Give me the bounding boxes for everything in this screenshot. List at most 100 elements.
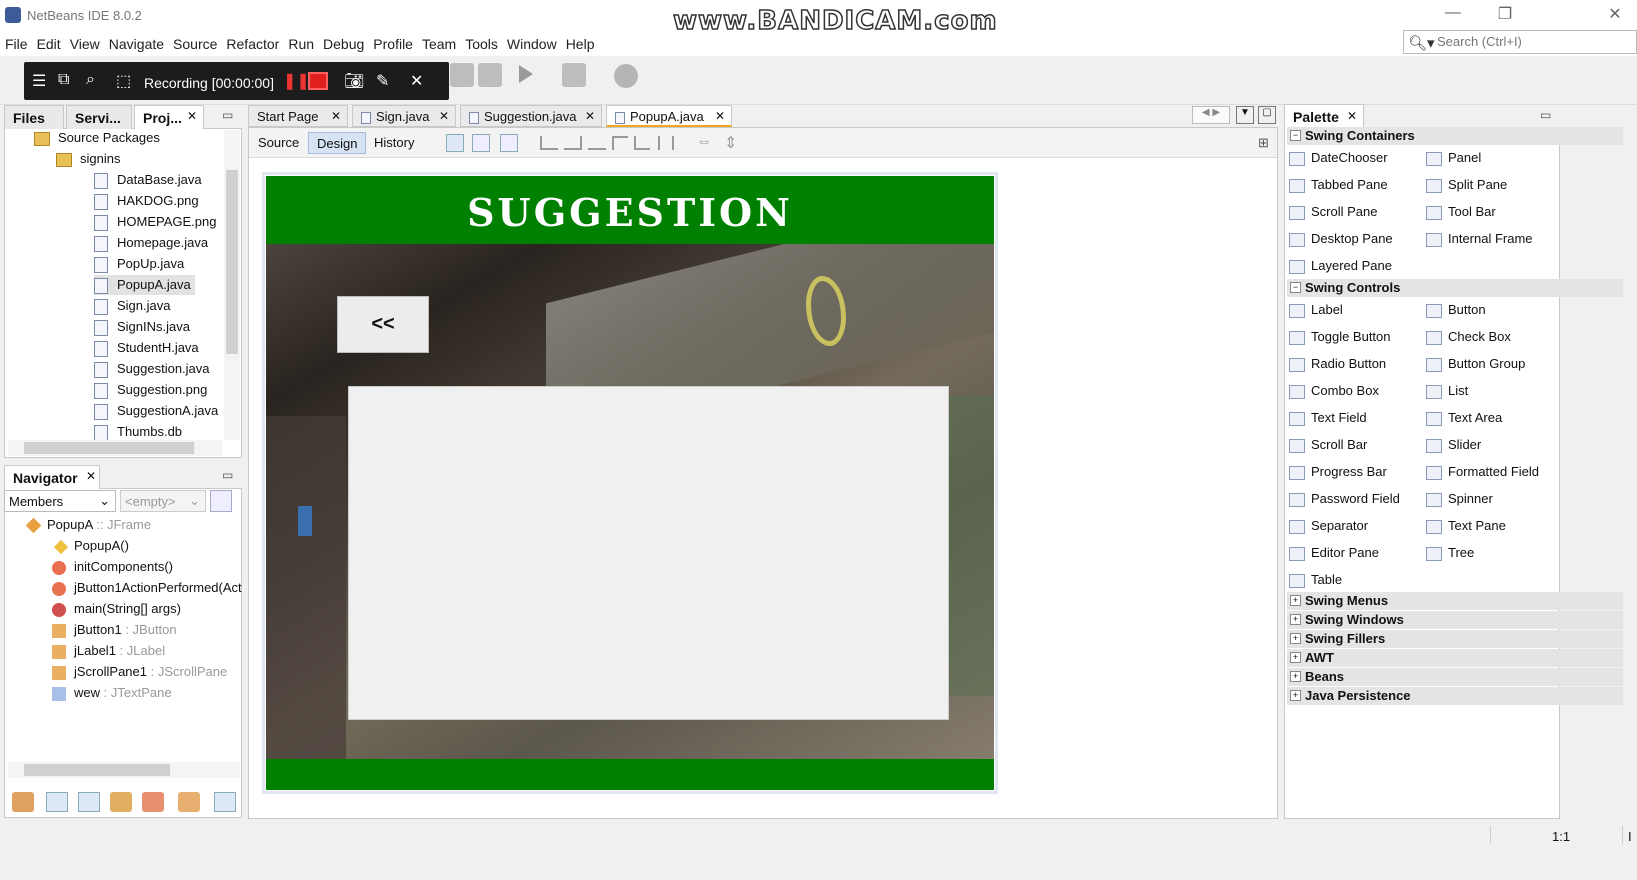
filters-icon[interactable] <box>210 490 232 512</box>
menu-refactor[interactable]: Refactor <box>221 32 283 52</box>
center-vertical-icon[interactable] <box>658 136 674 150</box>
inherited-icon[interactable] <box>12 792 34 812</box>
preview-design-icon[interactable] <box>500 134 518 152</box>
nav-member[interactable]: wew : JTextPane <box>52 683 172 703</box>
tree-package[interactable]: signins <box>56 149 120 169</box>
run-icon[interactable] <box>519 65 533 83</box>
minimize-panel-icon[interactable]: ▭ <box>222 108 233 122</box>
resize-vertical-icon[interactable]: ⇕ <box>724 133 737 153</box>
zoom-icon[interactable]: ⌕ <box>86 71 95 89</box>
palette-item[interactable]: Table <box>1289 572 1342 588</box>
tab-files[interactable]: Files <box>4 105 64 129</box>
tree-file[interactable]: HAKDOG.png <box>94 191 199 211</box>
palette-category-swing-windows[interactable]: + Swing Windows <box>1287 611 1623 629</box>
palette-item[interactable]: Tree <box>1426 545 1474 561</box>
palette-item[interactable]: Password Field <box>1289 491 1400 507</box>
palette-item[interactable]: List <box>1426 383 1468 399</box>
tree-file[interactable]: SignINs.java <box>94 317 190 337</box>
nav-member[interactable]: jLabel1 : JLabel <box>52 641 165 661</box>
menu-file[interactable]: File <box>0 32 32 52</box>
palette-item[interactable]: Slider <box>1426 437 1481 453</box>
palette-item[interactable]: Scroll Bar <box>1289 437 1367 453</box>
palette-item[interactable]: Text Area <box>1426 410 1502 426</box>
tree-source-packages[interactable]: Source Packages <box>34 128 160 148</box>
tree-hscroll-thumb[interactable] <box>24 442 194 454</box>
palette-item[interactable]: Internal Frame <box>1426 231 1533 247</box>
tree-file[interactable]: SuggestionA.java <box>94 401 218 421</box>
tab-scroll-arrows-icon[interactable]: ◀ ▶ <box>1192 106 1230 124</box>
palette-toggle-icon[interactable]: ⊞ <box>1258 135 1269 151</box>
menu-team[interactable]: Team <box>417 32 460 52</box>
palette-item[interactable]: Radio Button <box>1289 356 1386 372</box>
pencil-icon[interactable]: ✎ <box>376 71 389 91</box>
align-left-icon[interactable] <box>540 136 558 150</box>
view-source[interactable]: Source <box>250 132 307 154</box>
scope-dropdown[interactable]: <empty> ⌄ <box>120 490 206 512</box>
minimize-navigator-icon[interactable]: ▭ <box>222 468 233 482</box>
palette-item[interactable]: Separator <box>1289 518 1368 534</box>
palette-item[interactable]: Check Box <box>1426 329 1511 345</box>
palette-item[interactable]: Layered Pane <box>1289 258 1392 274</box>
menu-profile[interactable]: Profile <box>368 32 417 52</box>
view-design[interactable]: Design <box>308 132 367 154</box>
tree-file[interactable]: HOMEPAGE.png <box>94 212 216 232</box>
palette-item[interactable]: DateChooser <box>1289 150 1388 166</box>
minimize-palette-icon[interactable]: ▭ <box>1540 108 1551 122</box>
fields-filter-icon[interactable] <box>46 792 68 812</box>
menu-help[interactable]: Help <box>561 32 599 52</box>
palette-category-swing-fillers[interactable]: + Swing Fillers <box>1287 630 1623 648</box>
align-top-icon[interactable] <box>612 136 628 150</box>
tree-file[interactable]: PopUp.java <box>94 254 184 274</box>
connection-mode-icon[interactable] <box>472 134 490 152</box>
debug-icon[interactable] <box>562 63 586 87</box>
close-icon[interactable]: ✕ <box>1600 4 1630 26</box>
tree-file[interactable]: StudentH.java <box>94 338 199 358</box>
selection-mode-icon[interactable] <box>446 134 464 152</box>
tree-file[interactable]: Suggestion.java <box>94 359 210 379</box>
nonpublic-filter-icon[interactable] <box>110 792 132 812</box>
menu-navigate[interactable]: Navigate <box>104 32 168 52</box>
palette-item[interactable]: Split Pane <box>1426 177 1507 193</box>
tree-file[interactable]: DataBase.java <box>94 170 202 190</box>
center-horizontal-icon[interactable] <box>588 136 606 150</box>
palette-item[interactable]: Spinner <box>1426 491 1493 507</box>
palette-item[interactable]: Editor Pane <box>1289 545 1379 561</box>
profile-icon[interactable] <box>614 64 638 88</box>
menu-tools[interactable]: Tools <box>460 32 502 52</box>
palette-category-beans[interactable]: + Beans <box>1287 668 1623 686</box>
align-bottom-icon[interactable] <box>634 136 650 150</box>
palette-category-swing-controls[interactable]: − Swing Controls <box>1287 279 1623 297</box>
tree-file-selected[interactable]: PopupA.java <box>94 275 195 295</box>
nav-hscroll-thumb[interactable] <box>24 764 170 776</box>
stop-icon[interactable] <box>308 72 328 90</box>
close-recording-icon[interactable]: ✕ <box>410 71 423 91</box>
tree-file[interactable]: Homepage.java <box>94 233 208 253</box>
minimize-icon[interactable]: — <box>1438 4 1468 26</box>
palette-category-swing-menus[interactable]: + Swing Menus <box>1287 592 1623 610</box>
menu-run[interactable]: Run <box>283 32 318 52</box>
palette-category-java-persistence[interactable]: + Java Persistence <box>1287 687 1623 705</box>
tab-start-page[interactable]: Start Page ✕ <box>248 105 348 127</box>
tab-services[interactable]: Servi... <box>66 105 132 129</box>
nav-member[interactable]: main(String[] args) <box>52 599 181 619</box>
nav-member[interactable]: jButton1 : JButton <box>52 620 177 640</box>
show-opened-docs-icon[interactable]: ▼ <box>1236 106 1254 124</box>
nav-member[interactable]: PopupA() <box>53 536 129 556</box>
menu-source[interactable]: Source <box>168 32 221 52</box>
nav-member[interactable]: initComponents() <box>52 557 173 577</box>
palette-category-awt[interactable]: + AWT <box>1287 649 1623 667</box>
tree-vscroll-thumb[interactable] <box>226 170 238 354</box>
palette-item[interactable]: Combo Box <box>1289 383 1379 399</box>
area-icon[interactable]: ⬚ <box>116 71 131 91</box>
camera-icon[interactable]: 📷︎ <box>344 71 364 91</box>
maximize-editor-icon[interactable]: ▢ <box>1258 106 1276 124</box>
palette-item[interactable]: Panel <box>1426 150 1481 166</box>
menu-debug[interactable]: Debug <box>318 32 368 52</box>
tab-popupa-java[interactable]: PopupA.java ✕ <box>606 105 732 127</box>
close-tab-icon[interactable]: ✕ <box>715 109 725 123</box>
nav-member[interactable]: jButton1ActionPerformed(Act <box>52 578 242 598</box>
palette-item[interactable]: Label <box>1289 302 1343 318</box>
close-projects-tab-icon[interactable]: ✕ <box>187 109 197 123</box>
clean-build-icon[interactable] <box>450 63 474 87</box>
palette-item[interactable]: Button Group <box>1426 356 1525 372</box>
